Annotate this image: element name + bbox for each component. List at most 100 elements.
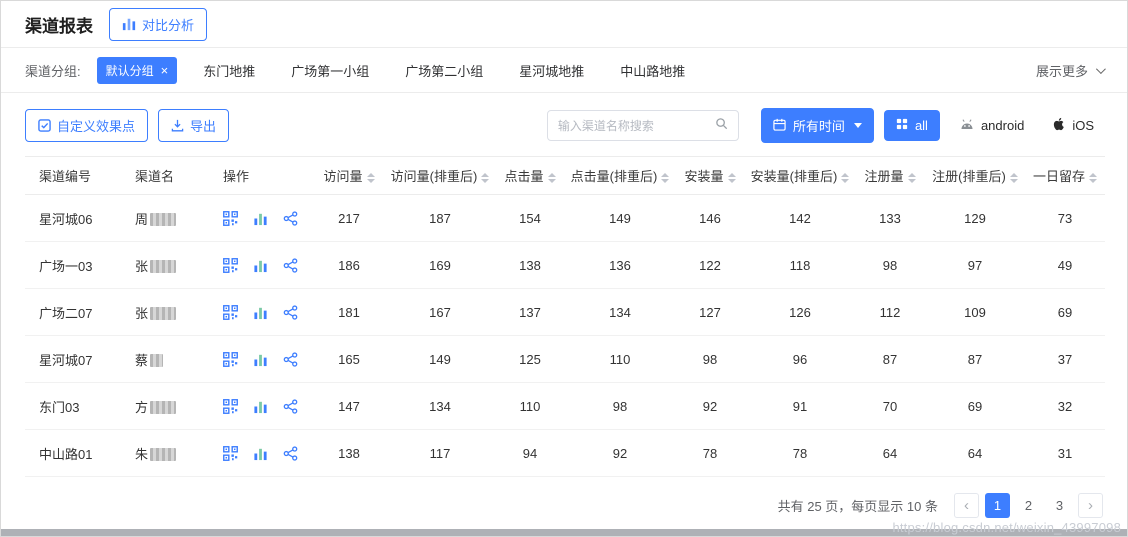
platform-android-button[interactable]: android [950,118,1033,134]
metric-value-cell: 138 [313,430,385,477]
platform-android-label: android [981,118,1024,133]
sort-icon[interactable] [661,173,669,183]
search-input[interactable] [558,119,709,133]
export-button[interactable]: 导出 [158,109,229,142]
topbar: 渠道报表 对比分析 [1,1,1127,48]
export-label: 导出 [190,116,216,135]
sort-icon[interactable] [908,173,916,183]
channel-name-cell: 周 [121,195,209,242]
close-icon[interactable]: × [161,64,169,77]
group-tab[interactable]: 东门地推 [203,61,255,80]
column-header[interactable]: 一日留存 [1025,157,1105,195]
metric-value-cell: 64 [925,430,1025,477]
metric-value-cell: 217 [313,195,385,242]
metric-value-cell: 97 [925,242,1025,289]
prev-page-button[interactable]: ‹ [954,493,979,518]
column-header[interactable]: 访问量 [313,157,385,195]
redacted-name [150,307,176,320]
metric-value-cell: 98 [675,336,745,383]
metric-value-cell: 94 [495,430,565,477]
table-row: 东门03方147134110989291706932 [25,383,1105,430]
channel-name-cell: 蔡 [121,336,209,383]
show-more-label: 展示更多 [1036,61,1088,80]
metric-value-cell: 49 [1025,242,1105,289]
bar-chart-icon[interactable] [253,446,268,461]
platform-all-button[interactable]: all [884,110,940,141]
share-icon[interactable] [283,305,298,320]
column-header[interactable]: 安装量 [675,157,745,195]
active-group-label: 默认分组 [106,62,154,79]
channel-id-cell: 广场一03 [25,242,121,289]
column-header[interactable]: 注册量 [855,157,925,195]
qr-code-icon[interactable] [223,446,238,461]
channel-id-cell: 广场二07 [25,289,121,336]
metric-value-cell: 186 [313,242,385,289]
channel-name-cell: 张 [121,242,209,289]
time-filter-button[interactable]: 所有时间 [761,108,874,143]
metric-value-cell: 37 [1025,336,1105,383]
qr-code-icon[interactable] [223,305,238,320]
active-group-tag[interactable]: 默认分组 × [97,57,178,84]
column-header[interactable]: 点击量 [495,157,565,195]
qr-code-icon[interactable] [223,258,238,273]
share-icon[interactable] [283,446,298,461]
metric-value-cell: 98 [855,242,925,289]
next-page-button[interactable]: › [1078,493,1103,518]
qr-code-icon[interactable] [223,211,238,226]
share-icon[interactable] [283,211,298,226]
metric-value-cell: 110 [565,336,675,383]
metric-value-cell: 126 [745,289,855,336]
group-tab[interactable]: 广场第二小组 [405,61,483,80]
bar-chart-icon[interactable] [253,305,268,320]
metric-value-cell: 32 [1025,383,1105,430]
bar-chart-icon[interactable] [253,399,268,414]
share-icon[interactable] [283,352,298,367]
sort-icon[interactable] [1089,173,1097,183]
channel-report-table: 渠道编号渠道名操作访问量访问量(排重后)点击量点击量(排重后)安装量安装量(排重… [25,156,1105,477]
column-header[interactable]: 注册(排重后) [925,157,1025,195]
sort-icon[interactable] [1010,173,1018,183]
custom-points-button[interactable]: 自定义效果点 [25,109,148,142]
compare-analysis-button[interactable]: 对比分析 [109,8,207,41]
search-icon[interactable] [715,117,728,135]
page-number-button[interactable]: 1 [985,493,1010,518]
page-number-button[interactable]: 3 [1047,493,1072,518]
platform-ios-button[interactable]: iOS [1043,117,1103,134]
metric-value-cell: 133 [855,195,925,242]
sort-icon[interactable] [841,173,849,183]
metric-value-cell: 96 [745,336,855,383]
sort-icon[interactable] [481,173,489,183]
show-more-button[interactable]: 展示更多 [1036,61,1103,80]
group-tab[interactable]: 中山路地推 [620,61,685,80]
share-icon[interactable] [283,399,298,414]
metric-value-cell: 31 [1025,430,1105,477]
table-row: 星河城06周21718715414914614213312973 [25,195,1105,242]
bar-chart-icon[interactable] [253,352,268,367]
actions-cell [209,195,313,242]
column-header[interactable]: 安装量(排重后) [745,157,855,195]
platform-ios-label: iOS [1072,118,1094,133]
column-header[interactable]: 点击量(排重后) [565,157,675,195]
sort-icon[interactable] [548,173,556,183]
download-icon [171,119,184,132]
group-tab[interactable]: 广场第一小组 [291,61,369,80]
metric-value-cell: 70 [855,383,925,430]
qr-code-icon[interactable] [223,352,238,367]
page-number-button[interactable]: 2 [1016,493,1041,518]
qr-code-icon[interactable] [223,399,238,414]
bar-chart-icon[interactable] [253,258,268,273]
metric-value-cell: 146 [675,195,745,242]
metric-value-cell: 134 [565,289,675,336]
column-header[interactable]: 访问量(排重后) [385,157,495,195]
group-tabs: 东门地推 广场第一小组 广场第二小组 星河城地推 中山路地推 [203,61,685,80]
table-header-row: 渠道编号渠道名操作访问量访问量(排重后)点击量点击量(排重后)安装量安装量(排重… [25,157,1105,195]
share-icon[interactable] [283,258,298,273]
compare-analysis-label: 对比分析 [142,15,194,34]
metric-value-cell: 129 [925,195,1025,242]
group-tab[interactable]: 星河城地推 [519,61,584,80]
toolbar: 自定义效果点 导出 所有时间 all [1,93,1127,154]
sort-icon[interactable] [367,173,375,183]
bar-chart-icon[interactable] [253,211,268,226]
channel-id-cell: 星河城07 [25,336,121,383]
sort-icon[interactable] [728,173,736,183]
